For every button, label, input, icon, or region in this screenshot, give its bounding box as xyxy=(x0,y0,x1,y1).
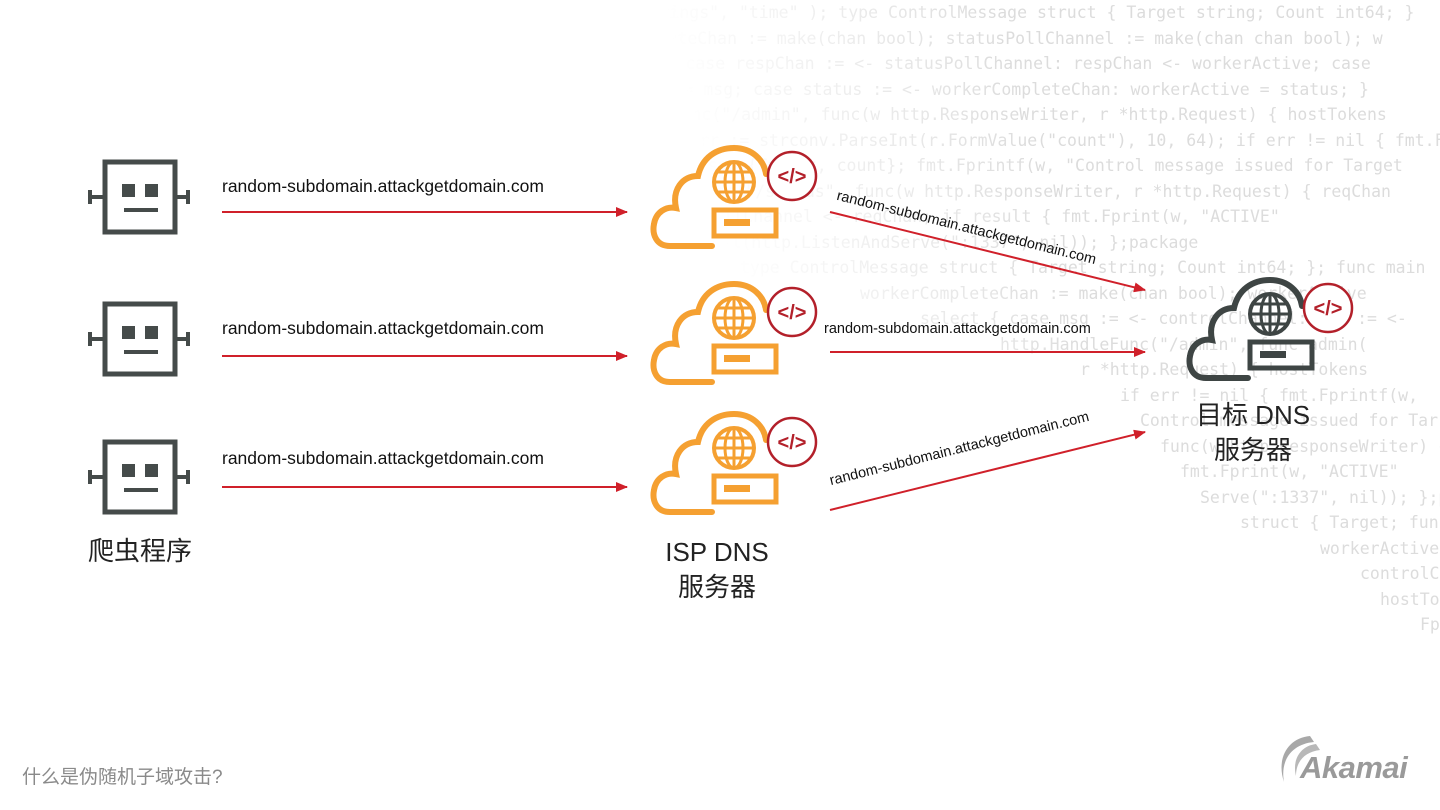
bot-icon xyxy=(90,162,188,232)
bot-query-label: random-subdomain.attackgetdomain.com xyxy=(222,176,544,196)
footer-title: 什么是伪随机子域攻击? xyxy=(22,767,223,788)
code-icon xyxy=(766,286,818,338)
bot-icon xyxy=(90,442,188,512)
akamai-logo: Akamai xyxy=(1270,730,1420,790)
code-icon xyxy=(766,150,818,202)
target-dns-cloud-icon xyxy=(1190,280,1354,378)
code-icon xyxy=(766,416,818,468)
bot-query-label: random-subdomain.attackgetdomain.com xyxy=(222,318,544,338)
target-dns-caption-line2: 服务器 xyxy=(1213,435,1292,465)
bot-query-label: random-subdomain.attackgetdomain.com xyxy=(222,448,544,468)
isp-dns-cloud-icon xyxy=(654,284,818,382)
isp-dns-caption: ISP DNS 服务器 xyxy=(617,535,817,605)
isp-dns-cloud-icon xyxy=(654,148,818,246)
forward-arrow xyxy=(829,211,1146,293)
bots-caption: 爬虫程序 xyxy=(87,536,192,566)
bot-icon xyxy=(90,304,188,374)
akamai-logo-text: Akamai xyxy=(1300,750,1408,785)
isp-dns-cloud-icon xyxy=(654,414,818,512)
code-icon xyxy=(1302,282,1354,334)
forwarded-query-label: random-subdomain.attackgetdomain.com xyxy=(824,321,1091,337)
target-dns-caption: 目标 DNS 服务器 xyxy=(1153,398,1353,468)
isp-dns-caption-line1: ISP DNS xyxy=(665,537,769,567)
target-dns-caption-line1: 目标 DNS xyxy=(1195,400,1311,430)
isp-dns-caption-line2: 服务器 xyxy=(677,572,756,602)
